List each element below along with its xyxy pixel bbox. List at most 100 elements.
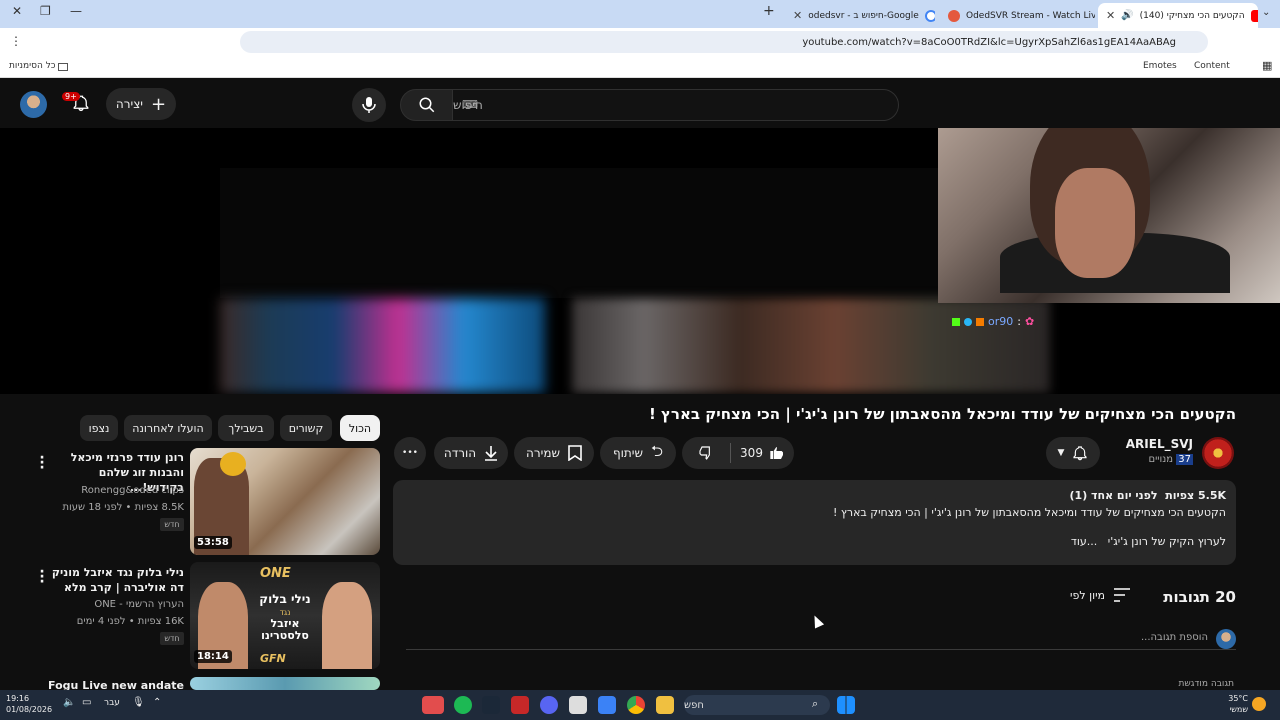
- subscribe-bell-button[interactable]: ▼: [1046, 437, 1100, 469]
- related-meta: 8.5K צפיות • לפני 18 שעות: [62, 502, 184, 513]
- taskbar-app-icon[interactable]: [422, 696, 444, 714]
- spotify-icon[interactable]: [454, 696, 472, 714]
- steam-icon[interactable]: [482, 696, 500, 714]
- related-thumbnail[interactable]: ONE נילי בלוק נגד איזבל סלסטרינו GFN 18:…: [190, 562, 380, 669]
- bell-icon: [1073, 446, 1088, 461]
- dislike-button[interactable]: [682, 445, 730, 461]
- video-player[interactable]: or90 : ✿: [0, 128, 1280, 394]
- menu-icon[interactable]: ⋮: [10, 34, 22, 48]
- chrome-icon[interactable]: [627, 696, 645, 714]
- video-duration: 18:14: [194, 650, 232, 663]
- create-button[interactable]: יצירה +: [106, 88, 176, 120]
- taskbar-clock[interactable]: 19:16 01/08/2026: [6, 693, 52, 715]
- address-bar-row: ⋮ youtube.com/watch?v=8aCoO0TRdZI&lc=Ugy…: [0, 28, 1280, 76]
- thumbnail-brand-bottom: GFN: [260, 652, 286, 665]
- mouse-cursor: [809, 613, 825, 629]
- plus-icon: +: [151, 93, 167, 115]
- chip-watched[interactable]: נצפו: [80, 415, 118, 441]
- chip-recently-uploaded[interactable]: הועלו לאחרונה: [124, 415, 212, 441]
- file-explorer-icon[interactable]: [656, 696, 674, 714]
- add-comment-input[interactable]: הוספת תגובה...: [1100, 632, 1208, 643]
- thumbnail-text-bottom: איזבל סלסטרינו: [261, 617, 309, 642]
- share-arrow-icon: ⮌: [651, 441, 664, 460]
- close-window-icon[interactable]: ✕: [12, 4, 22, 18]
- save-button[interactable]: שמירה: [514, 437, 594, 469]
- restore-window-icon[interactable]: ❐: [40, 4, 51, 18]
- thumbnail-text-top: נילי בלוק: [259, 592, 311, 606]
- tab-stream[interactable]: OdedSVR Stream - Watch Live: [940, 3, 1095, 28]
- mic-tray-icon[interactable]: 🎙: [132, 697, 145, 708]
- video-frame-dark: [220, 168, 1050, 298]
- related-thumbnail[interactable]: 53:58: [190, 448, 380, 555]
- tab-google-search[interactable]: ✕ odedsvr - חיפוש ב-Google: [785, 3, 935, 28]
- taskbar-search[interactable]: חפש: [684, 695, 830, 715]
- close-tab-icon[interactable]: ✕: [1106, 9, 1115, 22]
- speaker-icon: 🔊: [1121, 10, 1134, 21]
- share-button[interactable]: שיתוף ⮌: [600, 437, 676, 469]
- language-indicator[interactable]: עבר: [104, 698, 120, 708]
- search-icon: [419, 97, 434, 113]
- chat-emote-icon: ✿: [1024, 315, 1035, 328]
- chevron-down-icon: ▼: [1057, 448, 1065, 458]
- pinned-comment-label: תגובה מודגשת: [1178, 679, 1235, 689]
- description-box[interactable]: 5.5K צפיות לפני יום אחד (1) הקטעים הכי מ…: [393, 480, 1236, 565]
- search-input[interactable]: חיפוש: [452, 89, 899, 121]
- thumbnail-logo: [220, 452, 246, 476]
- chat-badge-icon: [952, 317, 960, 326]
- windows-start-icon[interactable]: [837, 696, 855, 714]
- network-icon[interactable]: ▭: [82, 697, 91, 708]
- search-button[interactable]: [400, 89, 453, 121]
- like-dislike-group: 309: [682, 437, 794, 469]
- thumbnail-fighter-right: [322, 582, 372, 669]
- tray-chevron-icon[interactable]: ⌃: [153, 697, 161, 708]
- video-title: הקטעים הכי מצחיקים של עודד ומיכאל מהסאבת…: [648, 405, 1236, 423]
- url-input[interactable]: youtube.com/watch?v=8aCoO0TRdZI&lc=UgyrX…: [240, 31, 1208, 53]
- tab-youtube-active[interactable]: ✕ 🔊 (140) הקטעים הכי מצחיקי: [1098, 3, 1258, 28]
- related-channel: Ronengg&oded clips: [81, 485, 184, 496]
- chip-for-you[interactable]: בשבילך: [218, 415, 274, 441]
- channel-avatar[interactable]: [1202, 437, 1234, 469]
- channel-name[interactable]: ARIEL_SVJ: [1100, 437, 1193, 451]
- show-more-link[interactable]: ...עוד: [1071, 535, 1097, 548]
- thumbs-down-icon: [699, 446, 710, 460]
- related-title[interactable]: נילי בלוק נגד איזבל מוניק דה אוליברה | ק…: [50, 565, 184, 595]
- video-duration: 53:58: [194, 536, 232, 549]
- related-menu-icon[interactable]: · · ·: [38, 565, 46, 589]
- related-channel: הערוץ הרשמי - ONE: [94, 599, 184, 610]
- voice-search-button[interactable]: [352, 88, 386, 122]
- avatar[interactable]: [20, 91, 47, 118]
- tab-search-icon[interactable]: ⌄: [1262, 7, 1270, 18]
- chat-badge-icon: [964, 317, 972, 326]
- more-actions-button[interactable]: •••: [394, 437, 426, 469]
- subscriber-count: 37 מנויים: [1148, 454, 1193, 465]
- comment-input-underline: [406, 649, 1236, 650]
- taskbar-app-icon[interactable]: [511, 696, 529, 714]
- keyboard-icon[interactable]: ⌨: [462, 98, 478, 111]
- close-tab-icon[interactable]: ✕: [793, 9, 802, 22]
- download-button[interactable]: הורדה: [434, 437, 508, 469]
- bookmark-icon: [568, 445, 582, 461]
- related-thumbnail[interactable]: [190, 677, 380, 690]
- sort-comments-button[interactable]: מיון לפי: [1070, 588, 1131, 602]
- description-link-line: לערוץ הקיק של רונן ג'יג'י ...עוד: [1070, 535, 1226, 548]
- discord-icon[interactable]: [540, 696, 558, 714]
- minimize-window-icon[interactable]: —: [70, 4, 82, 18]
- taskbar-weather[interactable]: 35°C שמשי: [1222, 693, 1248, 715]
- description-text: הקטעים הכי מצחיקים של עודד ומיכאל מהסאבת…: [833, 506, 1226, 519]
- search-icon: ⌕: [812, 697, 819, 710]
- new-tab-icon[interactable]: +: [763, 3, 775, 19]
- sort-icon: [1114, 588, 1131, 602]
- taskbar-app-icon[interactable]: [598, 696, 616, 714]
- comment-avatar: [1216, 629, 1236, 649]
- bookmark-emotes[interactable]: Emotes: [1143, 61, 1177, 71]
- speaker-icon[interactable]: 🔈: [63, 697, 75, 708]
- chip-all[interactable]: הכול: [340, 415, 380, 441]
- apps-grid-icon[interactable]: ▦: [1262, 59, 1272, 72]
- like-button[interactable]: 309: [731, 445, 794, 461]
- related-menu-icon[interactable]: · · ·: [38, 451, 46, 475]
- bookmark-content[interactable]: Content: [1194, 61, 1230, 71]
- youtube-favicon-icon: [1250, 9, 1258, 22]
- taskbar-app-icon[interactable]: [569, 696, 587, 714]
- all-bookmarks-link[interactable]: כל הסימניות: [9, 61, 56, 71]
- chip-related[interactable]: קשורים: [280, 415, 332, 441]
